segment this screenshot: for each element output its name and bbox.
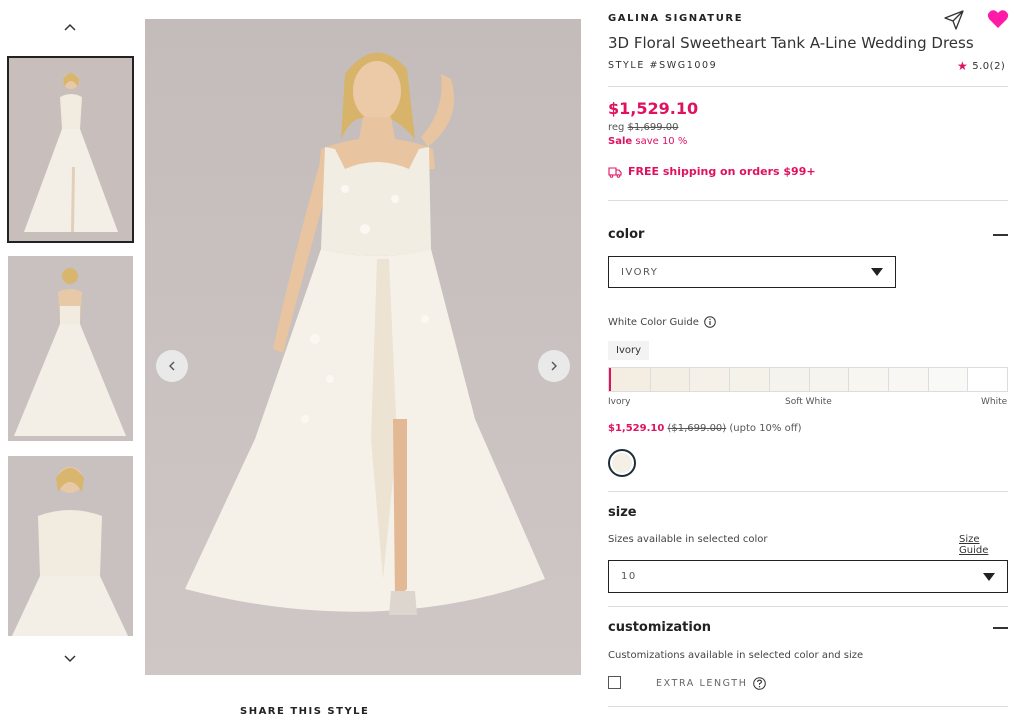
color-swatch[interactable] [730, 368, 770, 391]
thumbnail-column [0, 0, 140, 714]
product-title: 3D Floral Sweetheart Tank A-Line Wedding… [608, 34, 974, 52]
chevron-up-icon[interactable] [58, 18, 82, 36]
truck-icon [608, 166, 622, 178]
collapse-customization-icon[interactable] [993, 627, 1008, 629]
customization-section-title: customization [608, 620, 712, 635]
color-swatch[interactable] [849, 368, 889, 391]
color-select[interactable]: IVORY [608, 256, 896, 288]
color-swatch[interactable] [809, 368, 850, 391]
color-swatch[interactable] [928, 368, 969, 391]
color-discount: (upto 10% off) [729, 423, 802, 434]
white-color-guide[interactable]: White Color Guide [608, 316, 716, 328]
rating[interactable]: ★ 5.0(2) [957, 59, 1005, 73]
collapse-color-icon[interactable] [993, 234, 1008, 236]
main-product-image [145, 19, 581, 675]
color-swatch[interactable] [769, 368, 810, 391]
sale-line: Sale save 10 % [608, 136, 687, 147]
size-selected-value: 10 [621, 571, 637, 582]
star-icon: ★ [957, 59, 969, 73]
divider [608, 200, 1008, 201]
extra-length-label: EXTRA LENGTH [656, 678, 748, 689]
info-icon [704, 316, 716, 328]
size-select[interactable]: 10 [608, 560, 1008, 593]
thumbnail-back[interactable] [8, 256, 133, 441]
scale-label-soft-white: Soft White [785, 397, 832, 407]
white-color-guide-label: White Color Guide [608, 316, 699, 328]
caret-down-icon [983, 572, 995, 581]
thumbnail-front[interactable] [7, 56, 134, 243]
size-section-title: size [608, 505, 637, 520]
shipping-text: FREE shipping on orders $99+ [628, 165, 816, 178]
thumbnail-closeup[interactable] [8, 456, 133, 636]
color-swatch[interactable] [609, 368, 651, 391]
sale-label: Sale [608, 136, 633, 147]
reg-label: reg [608, 122, 625, 133]
color-selected-value: IVORY [621, 266, 659, 278]
customization-note: Customizations available in selected col… [608, 650, 864, 661]
rating-value: 5.0(2) [972, 60, 1006, 72]
color-swatch[interactable] [690, 368, 731, 391]
share-this-style-label: SHARE THIS STYLE [240, 706, 370, 714]
dress-photo [145, 19, 581, 675]
size-note: Sizes available in selected color [608, 534, 768, 545]
swatch-tooltip: Ivory [608, 341, 650, 360]
free-shipping-banner[interactable]: FREE shipping on orders $99+ [608, 165, 816, 178]
color-swatch[interactable] [888, 368, 929, 391]
current-price: $1,529.10 [608, 99, 699, 118]
extra-length-option[interactable]: EXTRA LENGTH [656, 677, 767, 690]
sale-text: save 10 % [635, 136, 688, 147]
scale-label-ivory: Ivory [608, 397, 631, 407]
scale-label-white: White [981, 397, 1008, 407]
color-swatch[interactable] [650, 368, 691, 391]
style-number: STYLE #SWG1009 [608, 60, 718, 71]
regular-price-line: reg $1,699.00 [608, 122, 679, 133]
chevron-down-icon[interactable] [58, 650, 82, 668]
ivory-color-chip[interactable] [608, 449, 636, 477]
divider [608, 86, 1008, 87]
color-section-title: color [608, 227, 645, 242]
caret-down-icon [871, 268, 883, 276]
size-guide-link[interactable]: Size Guide [959, 534, 1008, 556]
extra-length-checkbox[interactable] [608, 676, 621, 689]
color-price-line: $1,529.10 ($1,699.00) (upto 10% off) [608, 423, 802, 434]
regular-price: $1,699.00 [627, 122, 679, 133]
help-icon[interactable] [753, 677, 767, 690]
share-icon[interactable] [943, 9, 965, 35]
chevron-right-icon[interactable] [538, 350, 570, 382]
divider [608, 606, 1008, 607]
white-color-scale [608, 367, 1008, 392]
divider [608, 491, 1008, 492]
chevron-left-icon[interactable] [156, 350, 188, 382]
brand-name[interactable]: GALINA SIGNATURE [608, 13, 743, 24]
color-swatch[interactable] [968, 368, 1008, 391]
heart-icon[interactable] [987, 9, 1009, 33]
color-price: $1,529.10 [608, 423, 665, 434]
color-reg-price: ($1,699.00) [667, 423, 727, 434]
divider [608, 706, 1008, 707]
